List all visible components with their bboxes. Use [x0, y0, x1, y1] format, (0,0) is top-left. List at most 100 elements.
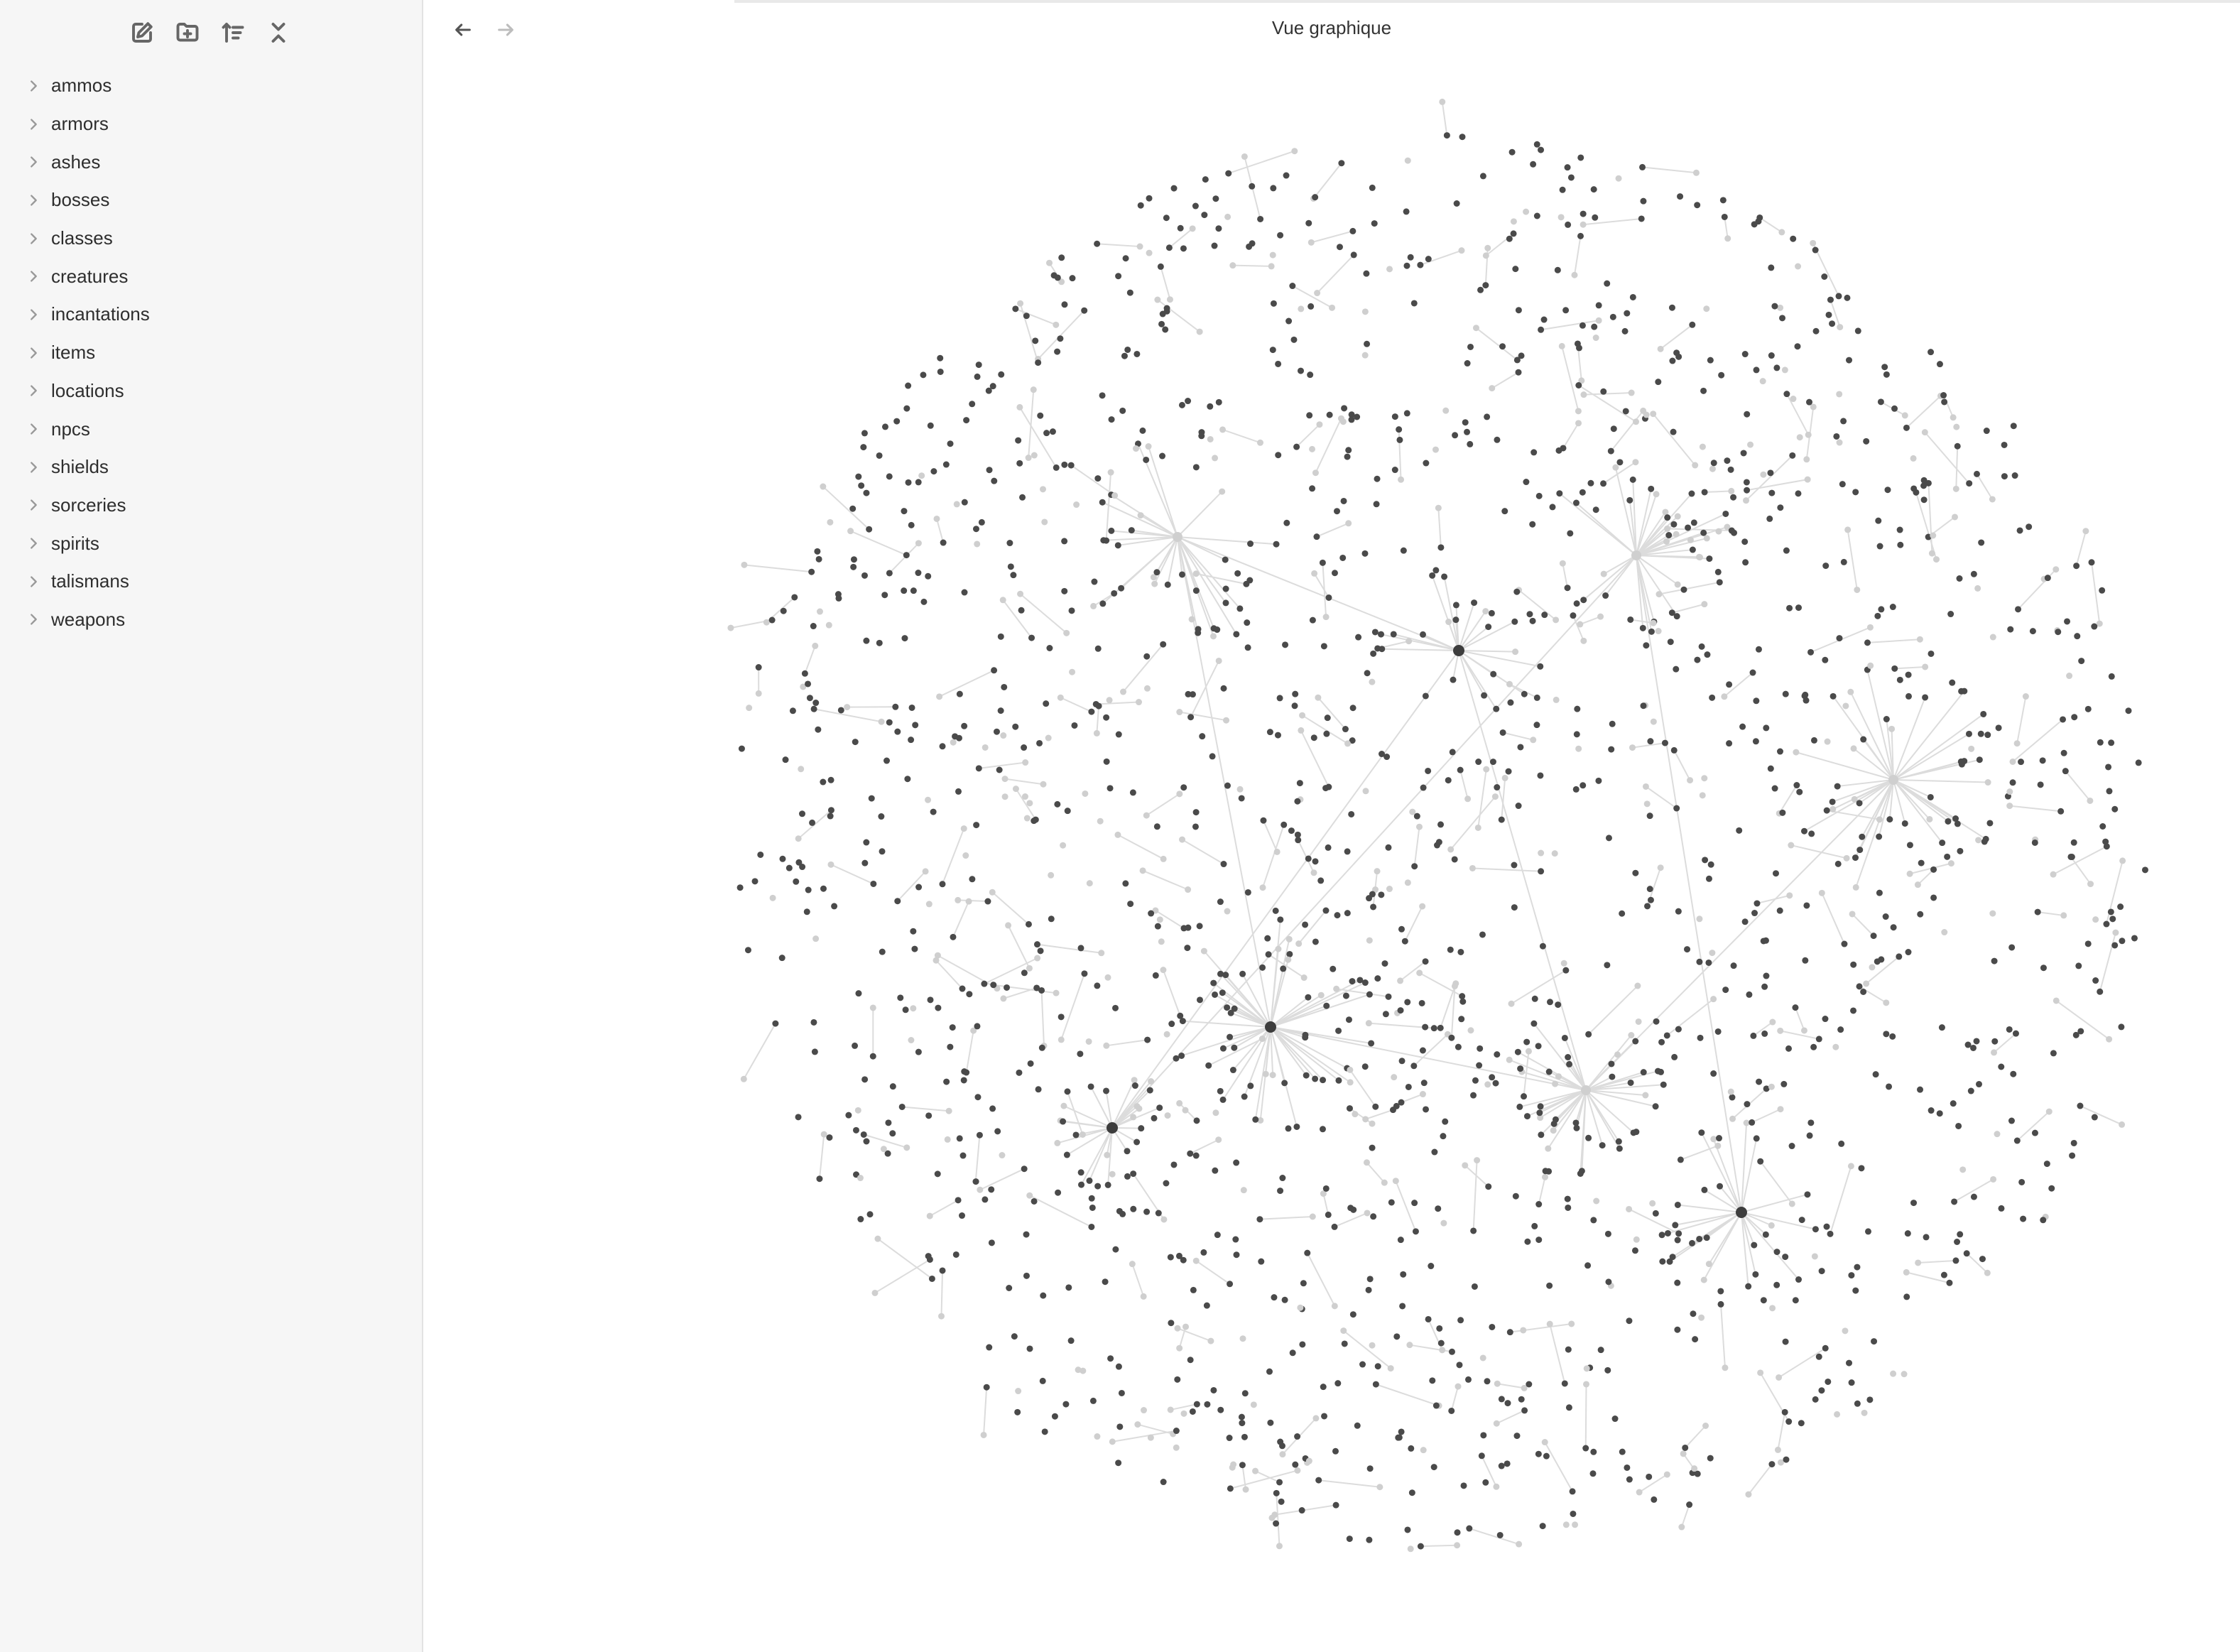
graph-node[interactable] [994, 1128, 1001, 1135]
graph-node[interactable] [1760, 471, 1767, 478]
graph-node[interactable] [1945, 817, 1952, 825]
graph-node[interactable] [1107, 785, 1114, 792]
graph-node[interactable] [1324, 714, 1331, 722]
graph-node[interactable] [1382, 1011, 1389, 1018]
graph-node[interactable] [1531, 995, 1538, 1002]
graph-node[interactable] [1147, 1434, 1154, 1441]
graph-node[interactable] [1396, 426, 1403, 433]
graph-node[interactable] [1876, 889, 1883, 896]
graph-node[interactable] [1158, 320, 1165, 327]
graph-node[interactable] [2009, 779, 2016, 786]
graph-node[interactable] [1350, 251, 1357, 259]
graph-node[interactable] [1196, 996, 1203, 1004]
graph-node[interactable] [1053, 464, 1060, 471]
graph-node[interactable] [1322, 1185, 1330, 1192]
graph-node[interactable] [1437, 821, 1444, 828]
graph-node[interactable] [980, 1431, 987, 1438]
graph-node[interactable] [1808, 830, 1815, 837]
graph-node[interactable] [1118, 585, 1125, 592]
graph-node[interactable] [1437, 1339, 1445, 1347]
graph-node[interactable] [1508, 1000, 1515, 1007]
graph-node[interactable] [1564, 1195, 1571, 1202]
graph-node[interactable] [1305, 1457, 1312, 1464]
graph-node[interactable] [1192, 1152, 1200, 1159]
graph-node[interactable] [825, 621, 832, 629]
graph-node[interactable] [2097, 988, 2104, 995]
graph-node[interactable] [1530, 161, 1537, 168]
graph-node[interactable] [940, 539, 947, 546]
graph-node[interactable] [1565, 1204, 1572, 1211]
graph-node[interactable] [1061, 461, 1068, 468]
graph-node[interactable] [1616, 1145, 1623, 1152]
folder-shields[interactable]: shields [0, 448, 422, 487]
graph-node[interactable] [1041, 518, 1048, 526]
graph-node[interactable] [1212, 1109, 1219, 1116]
graph-node[interactable] [1239, 970, 1246, 977]
graph-node[interactable] [1631, 1247, 1638, 1254]
graph-node[interactable] [1058, 254, 1065, 261]
graph-node[interactable] [1947, 611, 1954, 618]
graph-node[interactable] [1198, 433, 1205, 440]
graph-node[interactable] [2055, 629, 2062, 636]
graph-node[interactable] [1553, 616, 1560, 624]
graph-node[interactable] [955, 1197, 962, 1204]
graph-node[interactable] [956, 1135, 963, 1142]
graph-node[interactable] [1154, 923, 1161, 930]
graph-node[interactable] [820, 778, 827, 786]
graph-node[interactable] [816, 1175, 823, 1183]
graph-node[interactable] [1268, 1514, 1276, 1521]
graph-node[interactable] [918, 472, 925, 479]
graph-node[interactable] [1869, 964, 1876, 971]
graph-node[interactable] [1090, 602, 1097, 609]
graph-node[interactable] [1870, 933, 1877, 940]
graph-node[interactable] [1282, 641, 1289, 648]
graph-node[interactable] [1984, 1269, 1991, 1276]
graph-node[interactable] [1445, 777, 1452, 784]
graph-node[interactable] [1128, 527, 1135, 534]
graph-node[interactable] [1320, 1384, 1327, 1391]
graph-node[interactable] [1156, 916, 1163, 923]
graph-node[interactable] [978, 518, 985, 526]
graph-node[interactable] [1312, 469, 1319, 477]
graph-node[interactable] [1111, 1004, 1119, 1011]
graph-node[interactable] [1354, 413, 1361, 420]
graph-node[interactable] [1536, 1109, 1543, 1116]
graph-node[interactable] [1717, 1183, 1724, 1190]
graph-node[interactable] [1259, 884, 1266, 891]
graph-node[interactable] [1405, 1083, 1412, 1090]
graph-node[interactable] [1810, 1043, 1817, 1050]
graph-node[interactable] [934, 952, 941, 959]
graph-node[interactable] [1815, 1036, 1822, 1043]
graph-node[interactable] [1411, 863, 1418, 870]
graph-node[interactable] [1212, 1167, 1219, 1174]
graph-node[interactable] [1019, 494, 1026, 501]
graph-node[interactable] [2103, 920, 2110, 928]
graph-node[interactable] [973, 822, 980, 829]
graph-node[interactable] [1315, 694, 1322, 701]
graph-node[interactable] [876, 452, 883, 459]
graph-node[interactable] [805, 886, 812, 893]
graph-node[interactable] [1570, 1510, 1577, 1517]
graph-node[interactable] [1447, 846, 1455, 853]
graph-node[interactable] [1199, 733, 1206, 740]
graph-node[interactable] [1523, 479, 1530, 486]
graph-node[interactable] [1026, 964, 1033, 972]
graph-node[interactable] [1344, 848, 1351, 855]
graph-node[interactable] [1484, 1378, 1491, 1385]
graph-node[interactable] [1663, 1032, 1670, 1039]
graph-node[interactable] [927, 422, 934, 429]
graph-node[interactable] [1533, 722, 1540, 729]
graph-node[interactable] [1619, 910, 1626, 917]
graph-node[interactable] [1069, 275, 1076, 282]
graph-node[interactable] [1700, 1276, 1707, 1283]
graph-node[interactable] [1673, 349, 1680, 357]
graph-node[interactable] [1551, 850, 1558, 857]
graph-node[interactable] [879, 848, 886, 855]
graph-node[interactable] [1137, 202, 1144, 209]
graph-node[interactable] [1570, 612, 1577, 619]
graph-node[interactable] [1065, 1284, 1072, 1291]
graph-node[interactable] [855, 990, 862, 997]
graph-node[interactable] [1192, 809, 1200, 816]
graph-node[interactable] [1936, 361, 1943, 368]
graph-node[interactable] [1927, 793, 1934, 800]
